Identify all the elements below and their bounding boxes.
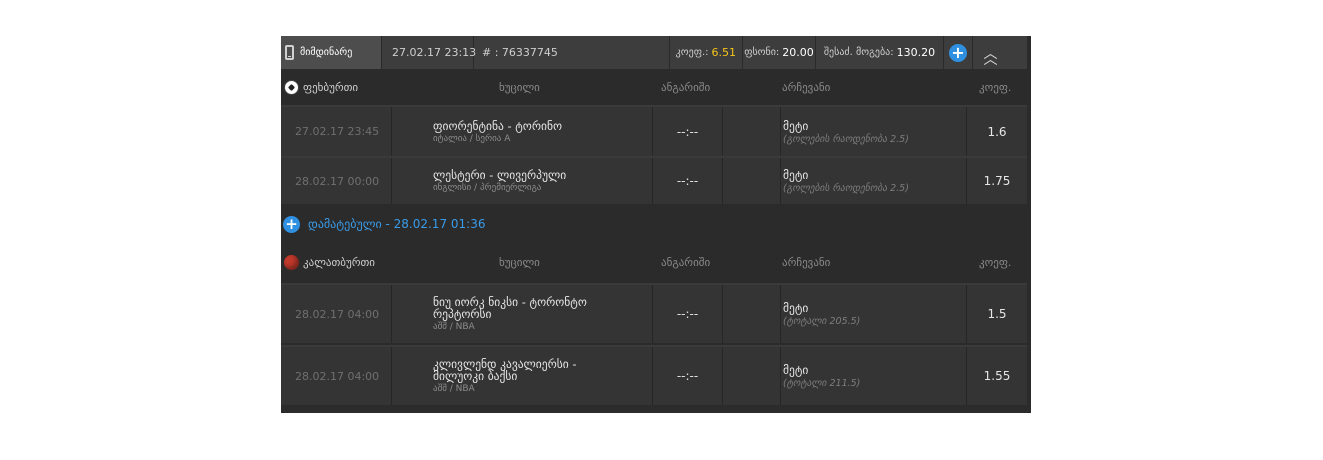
event-league: აშშ / NBA bbox=[433, 384, 475, 394]
possible-win-label: შესაძ. მოგება: bbox=[823, 47, 894, 58]
collapse-button[interactable]: ︿ ︿ bbox=[973, 36, 1008, 69]
event-odds: 1.6 bbox=[987, 124, 1007, 139]
event-row[interactable]: 28.02.17 04:00 კლივლენდ კავალიერსი - მილ… bbox=[281, 345, 1027, 405]
event-score: --:-- bbox=[653, 107, 723, 156]
event-teams: ნიუ იორკ ნიკსი - ტორონტო რეპტორსი bbox=[433, 295, 587, 321]
event-spacer bbox=[723, 285, 781, 343]
plus-icon: + bbox=[283, 215, 300, 233]
event-score: --:-- bbox=[653, 285, 723, 343]
event-match: ფიორენტინა - ტორინო იტალია / სერია A bbox=[392, 107, 653, 156]
ticket-id: # : 76337745 bbox=[474, 36, 670, 69]
event-selection: მეტი (ტოტალი 211.5) bbox=[781, 347, 967, 405]
status-label: მიმდინარე bbox=[300, 47, 353, 58]
column-score: ანგარიში bbox=[661, 80, 711, 94]
event-match: ლესტერი - ლივერპული ინგლისი / პრემიერლიგ… bbox=[392, 158, 653, 204]
event-date: 28.02.17 00:00 bbox=[281, 158, 392, 204]
odds-value: 6.51 bbox=[711, 46, 737, 59]
event-selection: მეტი (გოლების რაოდენობა 2.5) bbox=[781, 158, 967, 204]
sport-label: კალათბურთი bbox=[284, 244, 375, 280]
event-odds: 1.75 bbox=[983, 174, 1011, 188]
status-tab[interactable]: მიმდინარე bbox=[281, 36, 382, 69]
event-selection: მეტი (გოლების რაოდენობა 2.5) bbox=[781, 107, 967, 156]
added-bets-link[interactable]: + დამატებული - 28.02.17 01:36 bbox=[281, 204, 1027, 244]
add-button[interactable]: + bbox=[944, 36, 973, 69]
selection-market: (ტოტალი 211.5) bbox=[783, 378, 861, 389]
possible-win-value: 130.20 bbox=[896, 46, 936, 59]
sport-name: კალათბურთი bbox=[303, 255, 375, 269]
stake: ფსონი: 20.00 bbox=[743, 36, 816, 69]
sport-label: ფეხბურთი bbox=[284, 69, 358, 105]
event-odds: 1.55 bbox=[983, 369, 1011, 383]
ticket-date: 27.02.17 23:13 bbox=[382, 36, 476, 69]
sport-header-football: ფეხბურთი ხუცილი ანგარიში არჩევანი კოეფ. bbox=[281, 69, 1027, 105]
selection-market: (ტოტალი 205.5) bbox=[783, 316, 861, 327]
event-date: 28.02.17 04:00 bbox=[281, 347, 392, 405]
selection-market: (გოლების რაოდენობა 2.5) bbox=[783, 133, 909, 145]
selection-name: მეტი bbox=[783, 363, 809, 377]
total-odds: კოეფ.: 6.51 bbox=[670, 36, 743, 69]
stake-value: 20.00 bbox=[782, 46, 814, 59]
event-row[interactable]: 28.02.17 00:00 ლესტერი - ლივერპული ინგლი… bbox=[281, 156, 1027, 204]
event-date: 27.02.17 23:45 bbox=[281, 107, 392, 156]
event-teams: კლივლენდ კავალიერსი - მილუოკი ბაქსი bbox=[433, 357, 577, 383]
possible-win: შესაძ. მოგება: 130.20 bbox=[816, 36, 944, 69]
event-score: --:-- bbox=[653, 158, 723, 204]
sport-name: ფეხბურთი bbox=[303, 80, 359, 94]
added-label: დამატებული - 28.02.17 01:36 bbox=[308, 217, 486, 231]
ticket-header: მიმდინარე 27.02.17 23:13 # : 76337745 კო… bbox=[281, 36, 1027, 69]
odds-label: კოეფ.: bbox=[675, 47, 709, 58]
column-score: ანგარიში bbox=[661, 255, 711, 269]
column-event: ხუცილი bbox=[499, 80, 540, 94]
event-match: ნიუ იორკ ნიკსი - ტორონტო რეპტორსი აშშ / … bbox=[392, 285, 653, 343]
bet-ticket-panel: მიმდინარე 27.02.17 23:13 # : 76337745 კო… bbox=[281, 36, 1031, 413]
selection-name: მეტი bbox=[783, 301, 809, 315]
event-spacer bbox=[723, 107, 781, 156]
event-spacer bbox=[723, 158, 781, 204]
event-date: 28.02.17 04:00 bbox=[281, 285, 392, 343]
event-league: იტალია / სერია A bbox=[433, 133, 511, 144]
chevron-up-double-icon: ︿ ︿ bbox=[983, 45, 998, 68]
event-row[interactable]: 28.02.17 04:00 ნიუ იორკ ნიკსი - ტორონტო … bbox=[281, 283, 1027, 343]
event-league: ინგლისი / პრემიერლიგა bbox=[433, 183, 542, 193]
mobile-icon bbox=[285, 45, 294, 60]
event-selection: მეტი (ტოტალი 205.5) bbox=[781, 285, 967, 343]
selection-name: მეტი bbox=[783, 168, 809, 182]
event-score: --:-- bbox=[653, 347, 723, 405]
column-event: ხუცილი bbox=[499, 255, 540, 269]
plus-icon: + bbox=[949, 43, 967, 62]
event-odds: 1.5 bbox=[987, 307, 1007, 321]
stake-label: ფსონი: bbox=[744, 47, 780, 58]
selection-market: (გოლების რაოდენობა 2.5) bbox=[783, 183, 909, 194]
column-odds: კოეფ. bbox=[979, 255, 1012, 269]
column-selection: არჩევანი bbox=[782, 255, 831, 269]
event-teams: ლესტერი - ლივერპული bbox=[433, 168, 567, 182]
event-row[interactable]: 27.02.17 23:45 ფიორენტინა - ტორინო იტალი… bbox=[281, 105, 1027, 156]
event-match: კლივლენდ კავალიერსი - მილუოკი ბაქსი აშშ … bbox=[392, 347, 653, 405]
event-spacer bbox=[723, 347, 781, 405]
sport-header-basketball: კალათბურთი ხუცილი ანგარიში არჩევანი კოეფ… bbox=[281, 244, 1027, 280]
football-icon bbox=[284, 79, 299, 95]
selection-name: მეტი bbox=[783, 118, 809, 133]
event-teams: ფიორენტინა - ტორინო bbox=[433, 118, 562, 133]
column-selection: არჩევანი bbox=[782, 80, 831, 94]
basketball-icon bbox=[284, 254, 299, 270]
event-league: აშშ / NBA bbox=[433, 322, 475, 332]
column-odds: კოეფ. bbox=[979, 80, 1012, 94]
